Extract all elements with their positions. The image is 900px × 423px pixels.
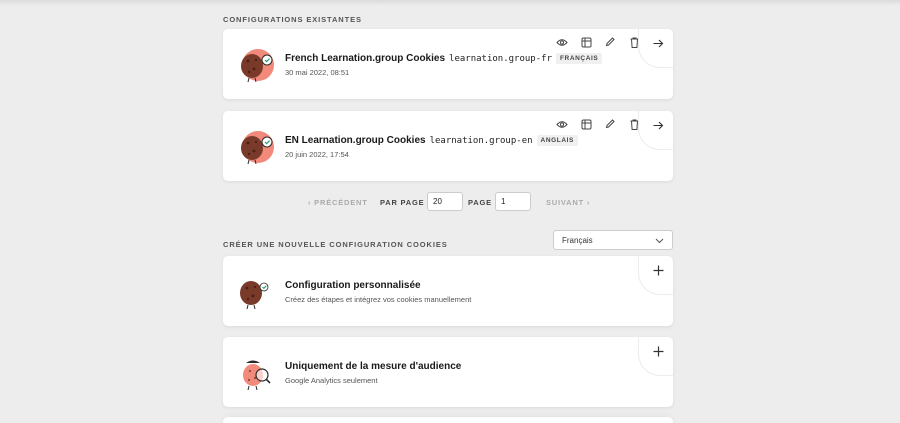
config-name: EN Learnation.group Cookies	[285, 135, 426, 146]
config-name: French Learnation.group Cookies	[285, 53, 446, 64]
cookie-mascot-icon	[241, 131, 274, 165]
option-title: Configuration personnalisée	[285, 280, 421, 291]
duplicate-icon[interactable]	[579, 35, 593, 49]
pencil-icon[interactable]	[603, 35, 617, 49]
plus-icon	[653, 265, 663, 275]
duplicate-icon[interactable]	[579, 117, 593, 131]
pencil-icon[interactable]	[603, 117, 617, 131]
page-input[interactable]	[495, 192, 531, 211]
per-page-label: PAR PAGE	[380, 197, 425, 207]
config-slug: learnation.group-en	[429, 135, 533, 146]
config-date: 30 mai 2022, 08:51	[285, 68, 350, 77]
per-page-input[interactable]	[427, 192, 463, 211]
add-audience-config-button[interactable]	[643, 337, 673, 365]
language-select-value: Français	[562, 235, 593, 245]
arrow-right-icon	[653, 121, 663, 129]
option-description: Google Analytics seulement	[285, 376, 378, 385]
arrow-right-icon	[653, 39, 663, 47]
chevron-down-icon	[655, 238, 664, 244]
plus-icon	[653, 346, 663, 356]
eye-icon[interactable]	[555, 117, 569, 131]
next-option-card-partial	[223, 417, 673, 423]
existing-configs-title: CONFIGURATIONS EXISTANTES	[223, 15, 362, 24]
config-title: French Learnation.group Cookies learnati…	[285, 53, 603, 64]
language-badge: ANGLAIS	[536, 135, 578, 146]
trash-icon[interactable]	[627, 117, 641, 131]
language-select[interactable]: Français	[553, 230, 673, 250]
add-custom-config-button[interactable]	[643, 256, 673, 284]
custom-config-card[interactable]: Configuration personnalisée Créez des ét…	[223, 255, 674, 326]
option-description: Créez des étapes et intégrez vos cookies…	[285, 295, 472, 304]
cookie-mascot-icon	[240, 281, 269, 310]
config-slug: learnation.group-fr	[449, 53, 552, 64]
eye-icon[interactable]	[555, 35, 569, 49]
config-card-en[interactable]: EN Learnation.group Cookies learnation.g…	[223, 110, 674, 181]
open-config-button[interactable]	[643, 111, 673, 139]
top-shadow	[0, 0, 900, 6]
audience-config-card[interactable]: Uniquement de la mesure d'audience Googl…	[223, 336, 674, 407]
magnifier-mascot-icon	[243, 360, 271, 391]
previous-page-button[interactable]: ‹ PRÉCÉDENT	[308, 192, 368, 212]
open-config-button[interactable]	[643, 29, 673, 57]
config-card-fr[interactable]: French Learnation.group Cookies learnati…	[223, 28, 674, 99]
pagination: ‹ PRÉCÉDENT PAR PAGE PAGE SUIVANT ›	[0, 192, 900, 212]
config-date: 20 juin 2022, 17:54	[285, 150, 349, 159]
option-title: Uniquement de la mesure d'audience	[285, 361, 462, 372]
config-actions	[555, 117, 641, 131]
cookie-mascot-icon	[241, 49, 274, 83]
config-title: EN Learnation.group Cookies learnation.g…	[285, 135, 578, 146]
language-badge: FRANÇAIS	[555, 53, 603, 64]
config-actions	[555, 35, 641, 49]
next-page-button[interactable]: SUIVANT ›	[546, 192, 590, 212]
trash-icon[interactable]	[627, 35, 641, 49]
page-label: PAGE	[468, 197, 492, 207]
create-config-title: CRÉER UNE NOUVELLE CONFIGURATION COOKIES	[223, 240, 448, 249]
